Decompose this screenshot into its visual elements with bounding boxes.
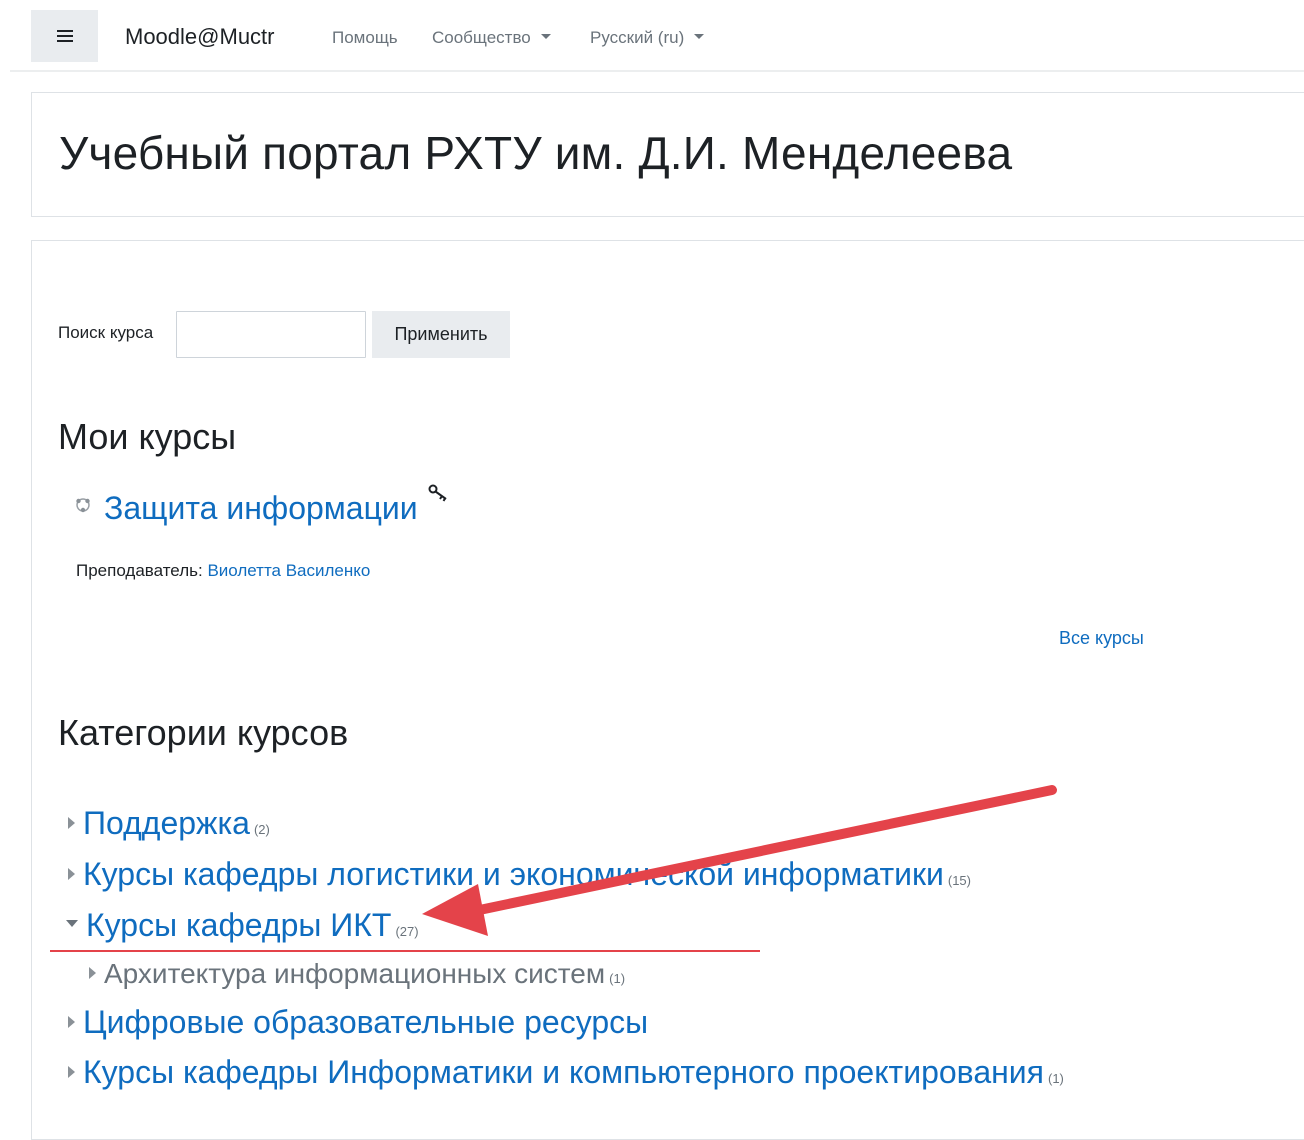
site-brand-link[interactable]: Moodle@Muctr [125,24,275,50]
hamburger-menu-button[interactable] [31,10,98,62]
subcategory-item[interactable]: Архитектура информационных систем (1) [89,958,625,990]
category-item[interactable]: Курсы кафедры Информатики и компьютерног… [68,1054,1064,1091]
category-name[interactable]: Курсы кафедры логистики и экономической … [83,856,944,892]
expand-triangle-icon[interactable] [68,867,75,880]
category-item[interactable]: Поддержка (2) [68,805,270,842]
page-title: Учебный портал РХТУ им. Д.И. Менделеева [59,127,1013,179]
navbar-divider [10,70,1304,72]
annotation-underline [50,950,760,952]
collapse-triangle-icon[interactable] [66,920,78,928]
category-item[interactable]: Цифровые образовательные ресурсы [68,1004,652,1041]
community-dropdown[interactable]: Сообщество [432,28,551,48]
language-label: Русский (ru) [590,28,685,47]
category-name[interactable]: Курсы кафедры Информатики и компьютерног… [83,1054,1044,1090]
page-header: Учебный портал РХТУ им. Д.И. Менделеева [31,92,1304,217]
key-icon [428,484,447,502]
category-count: (15) [947,873,971,888]
search-label: Поиск курса [58,323,154,342]
apply-search-button[interactable]: Применить [372,311,510,358]
chevron-down-icon [540,34,551,40]
language-dropdown[interactable]: Русский (ru) [590,28,705,48]
category-item[interactable]: Курсы кафедры логистики и экономической … [68,856,971,893]
categories-heading: Категории курсов [58,712,349,753]
course-search-input[interactable] [176,311,366,358]
all-courses-link[interactable]: Все курсы [1059,628,1144,649]
community-label: Сообщество [432,28,531,47]
category-item-expanded[interactable]: Курсы кафедры ИКТ (27) [66,907,419,944]
category-count: (1) [609,971,626,986]
teacher-link[interactable]: Виолетта Василенко [207,561,370,580]
top-navbar: Moodle@Muctr Помощь Сообщество Русский (… [0,0,1304,72]
my-courses-heading: Мои курсы [58,416,237,457]
expand-triangle-icon[interactable] [89,966,96,979]
category-name[interactable]: Архитектура информационных систем [104,958,605,989]
help-link[interactable]: Помощь [332,28,398,48]
category-count: (2) [253,822,270,837]
category-name[interactable]: Цифровые образовательные ресурсы [83,1004,648,1040]
expand-triangle-icon[interactable] [68,1015,75,1028]
course-icon [76,498,90,513]
category-count: (27) [395,924,419,939]
category-name[interactable]: Поддержка [83,805,250,841]
category-count: (1) [1047,1071,1064,1086]
teacher-label: Преподаватель: [76,561,203,580]
expand-triangle-icon[interactable] [68,1065,75,1078]
course-teacher: Преподаватель: Виолетта Василенко [76,561,370,581]
expand-triangle-icon[interactable] [68,816,75,829]
course-link-zashchita[interactable]: Защита информации [104,490,418,527]
hamburger-icon [56,30,73,42]
category-name[interactable]: Курсы кафедры ИКТ [86,907,391,943]
chevron-down-icon [694,34,705,40]
